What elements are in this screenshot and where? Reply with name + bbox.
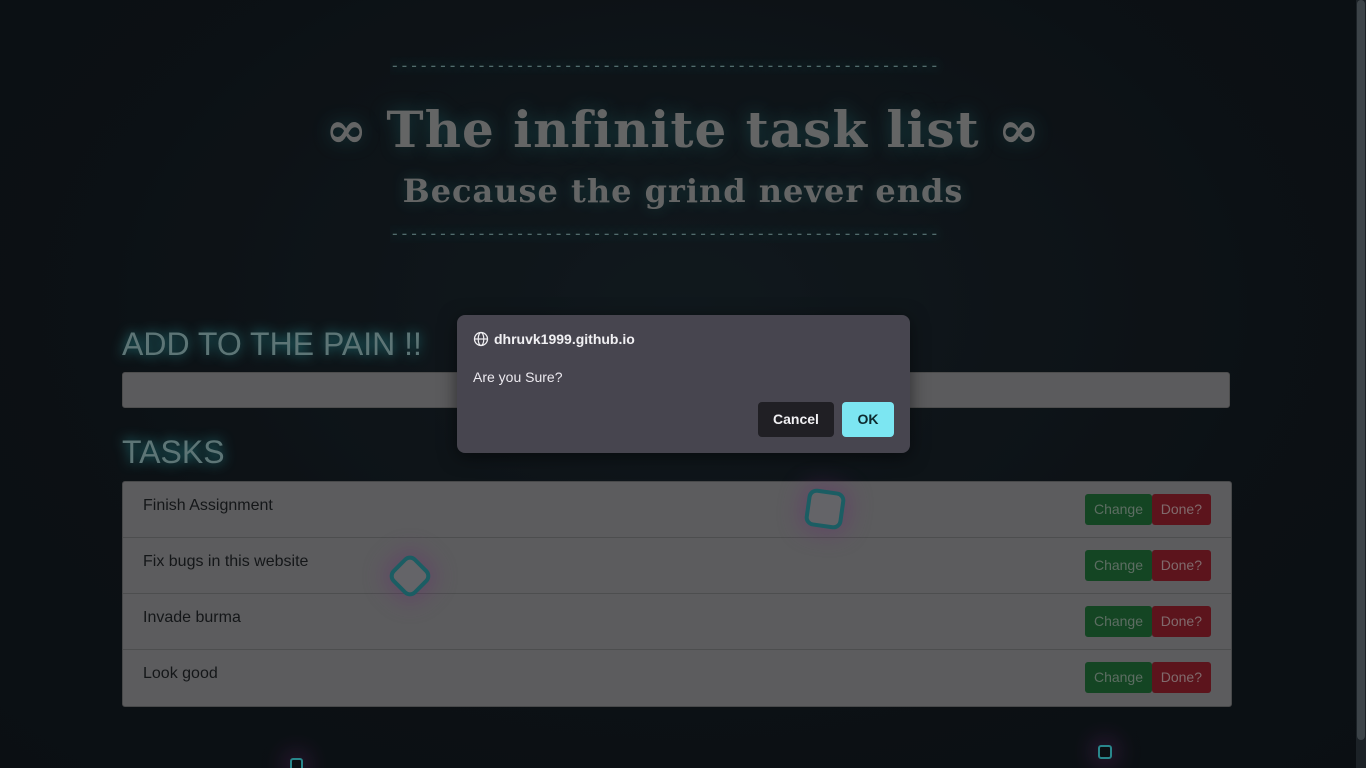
- dialog-message: Are you Sure?: [473, 369, 563, 385]
- globe-icon: [473, 331, 489, 347]
- ok-button[interactable]: OK: [842, 402, 894, 437]
- page-scrollbar[interactable]: [1356, 0, 1366, 768]
- dialog-origin-text: dhruvk1999.github.io: [494, 331, 635, 347]
- dialog-origin: dhruvk1999.github.io: [473, 331, 635, 347]
- scrollbar-thumb[interactable]: [1357, 0, 1365, 740]
- page: ----------------------------------------…: [0, 0, 1366, 768]
- confirm-dialog: dhruvk1999.github.io Are you Sure? Cance…: [457, 315, 910, 453]
- cancel-button[interactable]: Cancel: [758, 402, 834, 437]
